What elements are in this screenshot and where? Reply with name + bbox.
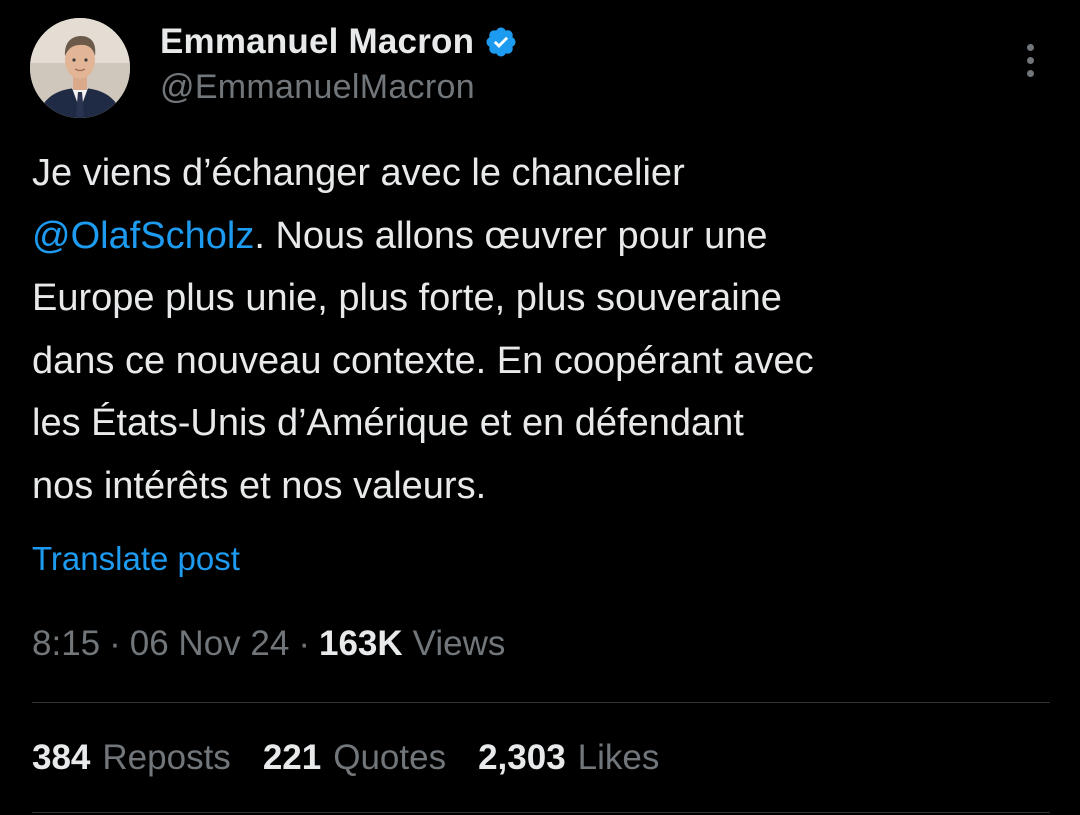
divider	[32, 702, 1050, 703]
avatar[interactable]	[30, 18, 130, 118]
quotes-count: 221	[262, 738, 322, 777]
reposts-stat[interactable]: 384 Reposts	[32, 738, 231, 778]
meta-separator: ·	[109, 624, 121, 663]
likes-stat[interactable]: 2,303 Likes	[478, 738, 659, 778]
post-time[interactable]: 8:15	[32, 624, 100, 664]
post-text-line: dans ce nouveau contexte. En coopérant a…	[32, 339, 814, 382]
verified-badge-icon[interactable]	[484, 25, 518, 59]
engagement-stats: 384 Reposts 221 Quotes 2,303 Likes	[32, 738, 691, 778]
more-options-icon-dot	[1026, 56, 1034, 64]
likes-count: 2,303	[478, 738, 566, 777]
more-options-icon	[1026, 43, 1034, 51]
post-text-line: Europe plus unie, plus forte, plus souve…	[32, 277, 782, 319]
translate-post-link[interactable]: Translate post	[32, 540, 240, 578]
post-date[interactable]: 06 Nov 24	[130, 624, 290, 664]
reposts-count: 384	[32, 738, 91, 777]
post-text: Je viens d’échanger avec le chancelier @…	[32, 142, 1062, 517]
avatar-photo	[30, 18, 130, 118]
reposts-label: Reposts	[102, 738, 231, 777]
author-name-row: Emmanuel Macron	[160, 20, 518, 64]
meta-separator: ·	[298, 624, 310, 663]
likes-label: Likes	[577, 738, 660, 777]
author-display-name[interactable]: Emmanuel Macron	[160, 22, 474, 62]
more-options-button[interactable]	[1012, 38, 1048, 82]
more-options-icon-dot	[1026, 69, 1034, 77]
views-label: Views	[412, 624, 506, 663]
post-meta: 8:15 · 06 Nov 24 · 163K Views	[32, 624, 505, 664]
tweet-detail: Emmanuel Macron @EmmanuelMacron Je viens…	[0, 0, 1080, 815]
author-handle[interactable]: @EmmanuelMacron	[160, 68, 475, 107]
quotes-stat[interactable]: 221 Quotes	[263, 738, 446, 778]
divider	[32, 812, 1050, 813]
post-text-line: les États-Unis d’Amérique et en défendan…	[32, 402, 744, 444]
post-text-line: Je viens d’échanger avec le chancelier	[32, 152, 685, 194]
mention-link[interactable]: @OlafScholz	[32, 215, 254, 257]
post-text-line: nos intérêts et nos valeurs.	[32, 464, 487, 507]
quotes-label: Quotes	[333, 738, 447, 777]
post-text-line: @OlafScholz. Nous allons œuvrer pour une	[32, 214, 768, 257]
views-count: 163K	[319, 624, 403, 663]
